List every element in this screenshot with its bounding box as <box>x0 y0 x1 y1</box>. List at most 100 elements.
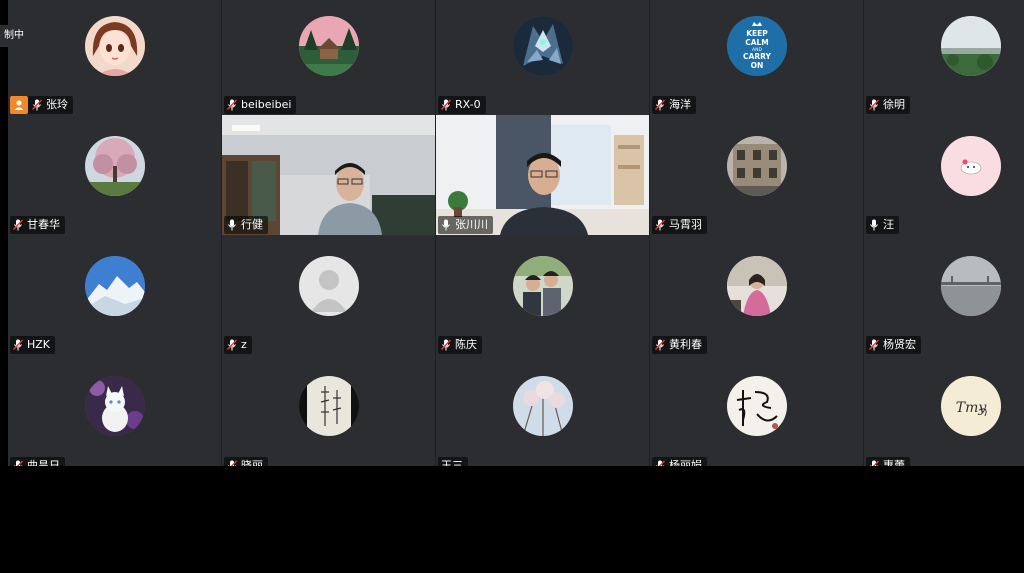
landscape-avatar-icon <box>941 16 1001 76</box>
avatar <box>84 136 145 196</box>
participant-tile[interactable]: RX-0 <box>436 0 649 115</box>
participant-tile[interactable]: 张玲 <box>8 0 221 115</box>
participant-video-tile[interactable]: 行健 <box>222 115 435 235</box>
svg-text:CALM: CALM <box>745 38 769 47</box>
participant-tile[interactable]: 甘春华 <box>8 115 221 235</box>
mic-muted-icon <box>13 219 23 231</box>
robot-avatar-icon <box>512 16 573 76</box>
participant-tile[interactable]: 曲昌日 <box>8 355 221 466</box>
cartoon-avatar-icon <box>941 136 1001 196</box>
participant-name: 徐明 <box>883 98 905 111</box>
participant-name: 王三 <box>441 459 463 466</box>
keep-calm-avatar-icon: KEEP CALM AND CARRY ON <box>726 16 787 76</box>
participant-video-tile[interactable]: 张川川 <box>436 115 649 235</box>
participant-tile[interactable]: 徐明 <box>864 0 1024 115</box>
family-photo-avatar-icon <box>512 256 573 316</box>
calligraphy-avatar-icon <box>298 376 359 436</box>
participant-name: 汪 <box>883 218 894 231</box>
cabin-forest-avatar-icon <box>298 16 359 76</box>
participant-name: 张玲 <box>46 98 68 111</box>
participant-tile[interactable]: beibeibei <box>222 0 435 115</box>
participant-name: 甘春华 <box>27 218 60 231</box>
mic-muted-icon <box>227 460 237 466</box>
participant-name: 杨贤宏 <box>883 338 916 351</box>
participant-tile[interactable]: 杨贤宏 <box>864 235 1024 355</box>
participant-name: HZK <box>27 338 51 351</box>
name-label: 海洋 <box>652 96 696 114</box>
host-icon <box>10 96 28 114</box>
avatar <box>512 256 573 316</box>
woman-photo-avatar-icon <box>726 256 787 316</box>
name-label: z <box>224 336 252 354</box>
participant-tile[interactable]: 晓丽 <box>222 355 435 466</box>
participant-grid: 张玲 beibeibei RX-0 KEEP CALM AND CARRY ON… <box>8 0 1024 466</box>
participant-tile[interactable]: HZK <box>8 235 221 355</box>
svg-text:ON: ON <box>750 61 763 70</box>
name-label: 晓丽 <box>224 457 268 466</box>
avatar <box>941 256 1001 316</box>
participant-tile[interactable]: 马霄羽 <box>650 115 863 235</box>
participant-name: 晓丽 <box>241 459 263 466</box>
white-cat-avatar-icon <box>84 376 145 436</box>
avatar: KEEP CALM AND CARRY ON <box>726 16 787 76</box>
avatar <box>298 16 359 76</box>
mic-muted-icon <box>655 99 665 111</box>
default-person-icon <box>298 256 359 316</box>
participant-tile[interactable]: 杨丽娟 <box>650 355 863 466</box>
participant-tile[interactable]: 汪 <box>864 115 1024 235</box>
avatar <box>84 16 145 76</box>
avatar <box>726 136 787 196</box>
participant-tile[interactable]: z <box>222 235 435 355</box>
name-label: 行健 <box>224 216 268 234</box>
mic-muted-icon <box>869 99 879 111</box>
avatar <box>298 256 359 316</box>
avatar <box>941 136 1001 196</box>
name-label: 徐明 <box>866 96 910 114</box>
snow-mountain-avatar-icon <box>84 256 145 316</box>
participant-name: 曲昌日 <box>27 459 60 466</box>
participant-tile[interactable]: Tmy 惠蕾 <box>864 355 1024 466</box>
avatar <box>726 256 787 316</box>
name-label: HZK <box>10 336 56 354</box>
participant-name: 杨丽娟 <box>669 459 702 466</box>
avatar <box>84 376 145 436</box>
mic-muted-icon <box>441 99 451 111</box>
participant-tile[interactable]: KEEP CALM AND CARRY ON 海洋 <box>650 0 863 115</box>
participant-name: 陈庆 <box>455 338 477 351</box>
participant-name: 行健 <box>241 218 263 231</box>
cherry-blossom-avatar-icon <box>512 376 573 436</box>
signature-tmy-avatar-icon: Tmy <box>941 376 1001 436</box>
name-label: RX-0 <box>438 96 486 114</box>
participant-name: 马霄羽 <box>669 218 702 231</box>
name-label: 陈庆 <box>438 336 482 354</box>
participant-name: 惠蕾 <box>883 459 905 466</box>
participant-tile[interactable]: 陈庆 <box>436 235 649 355</box>
participant-name: beibeibei <box>241 98 292 111</box>
mic-muted-icon <box>869 460 879 466</box>
mic-muted-icon <box>13 339 23 351</box>
participant-name: z <box>241 338 247 351</box>
signature-yang-avatar-icon <box>726 376 787 436</box>
river-bridge-avatar-icon <box>941 256 1001 316</box>
avatar <box>726 376 787 436</box>
participant-tile[interactable]: 黄利春 <box>650 235 863 355</box>
blossom-tree-avatar-icon <box>84 136 145 196</box>
anime-girl-avatar-icon <box>84 16 145 76</box>
participant-tile[interactable]: 王三 <box>436 355 649 466</box>
svg-text:CARRY: CARRY <box>743 52 771 61</box>
avatar <box>298 376 359 436</box>
mic-muted-icon <box>32 99 42 111</box>
avatar <box>941 16 1001 76</box>
mic-muted-icon <box>869 339 879 351</box>
name-label: 惠蕾 <box>866 457 910 466</box>
meeting-stage: 制中 张玲 beibeibei RX-0 KEEP CALM AND CARRY… <box>0 0 1024 573</box>
recording-status-tab[interactable]: 制中 <box>0 25 24 47</box>
participant-name: 张川川 <box>455 218 488 231</box>
mic-on-icon <box>227 219 237 231</box>
avatar <box>512 376 573 436</box>
mic-muted-icon <box>655 460 665 466</box>
mic-muted-icon <box>13 460 23 466</box>
avatar: Tmy <box>941 376 1001 436</box>
svg-text:Tmy: Tmy <box>956 400 988 416</box>
mic-on-icon <box>869 219 879 231</box>
